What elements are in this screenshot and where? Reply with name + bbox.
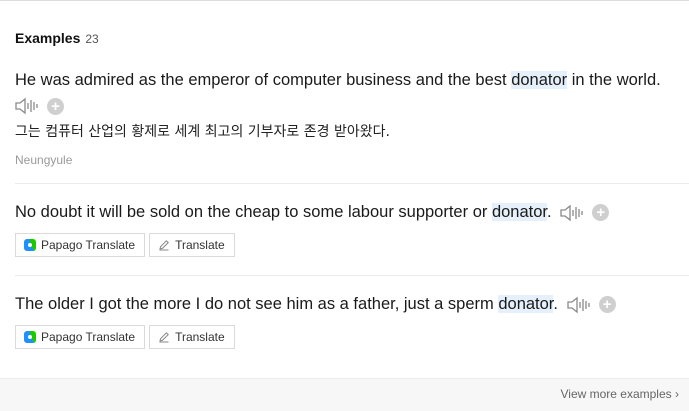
speaker-icon[interactable] [15, 97, 39, 115]
add-icon[interactable]: + [47, 97, 64, 115]
footer-bar: View more examples › [0, 378, 689, 411]
add-icon[interactable]: + [598, 296, 616, 314]
sentence-text: No doubt it will be sold on the cheap to… [15, 203, 492, 221]
view-more-label: View more examples [560, 387, 672, 401]
pencil-icon [159, 332, 169, 343]
papago-icon [24, 331, 36, 343]
papago-translate-button[interactable]: Papago Translate [15, 325, 146, 349]
examples-header: Examples 23 [15, 30, 99, 46]
top-border [0, 0, 689, 1]
highlighted-term[interactable]: donator [511, 71, 568, 89]
papago-icon [24, 239, 36, 251]
divider [15, 275, 689, 276]
example-sentence: He was admired as the emperor of compute… [15, 69, 689, 91]
sentence-text: . [553, 295, 558, 313]
example-sentence: No doubt it will be sold on the cheap to… [15, 201, 689, 223]
example-item: He was admired as the emperor of compute… [15, 69, 689, 167]
translate-buttons: Papago Translate Translate [15, 325, 689, 349]
example-sentence: The older I got the more I do not see hi… [15, 293, 689, 315]
button-label: Translate [175, 330, 225, 344]
example-translation: 그는 컴퓨터 산업의 황제로 세계 최고의 기부자로 존경 받아왔다. [15, 124, 390, 140]
button-label: Translate [175, 238, 225, 252]
speaker-icon[interactable] [560, 204, 584, 222]
sentence-text: . [547, 203, 552, 221]
example-item: No doubt it will be sold on the cheap to… [15, 201, 689, 257]
example-source: Neungyule [15, 153, 73, 167]
view-more-examples-link[interactable]: View more examples › [560, 387, 679, 401]
divider [15, 183, 689, 184]
example-item: The older I got the more I do not see hi… [15, 293, 689, 349]
add-icon[interactable]: + [592, 204, 610, 222]
examples-count: 23 [85, 32, 99, 46]
translate-buttons: Papago Translate Translate [15, 233, 689, 257]
papago-translate-button[interactable]: Papago Translate [15, 233, 146, 257]
speaker-icon[interactable] [566, 296, 591, 314]
sentence-text: The older I got the more I do not see hi… [15, 295, 499, 313]
translate-button[interactable]: Translate [149, 325, 235, 349]
chevron-right-icon: › [675, 387, 679, 401]
highlighted-term[interactable]: donator [491, 203, 548, 221]
sentence-text: He was admired as the emperor of compute… [15, 71, 512, 89]
button-label: Papago Translate [41, 330, 136, 344]
button-label: Papago Translate [41, 238, 136, 252]
translate-button[interactable]: Translate [149, 233, 235, 257]
highlighted-term[interactable]: donator [498, 295, 554, 313]
pencil-icon [159, 240, 169, 251]
examples-title: Examples [15, 30, 81, 46]
sentence-text: in the world. [567, 71, 661, 89]
